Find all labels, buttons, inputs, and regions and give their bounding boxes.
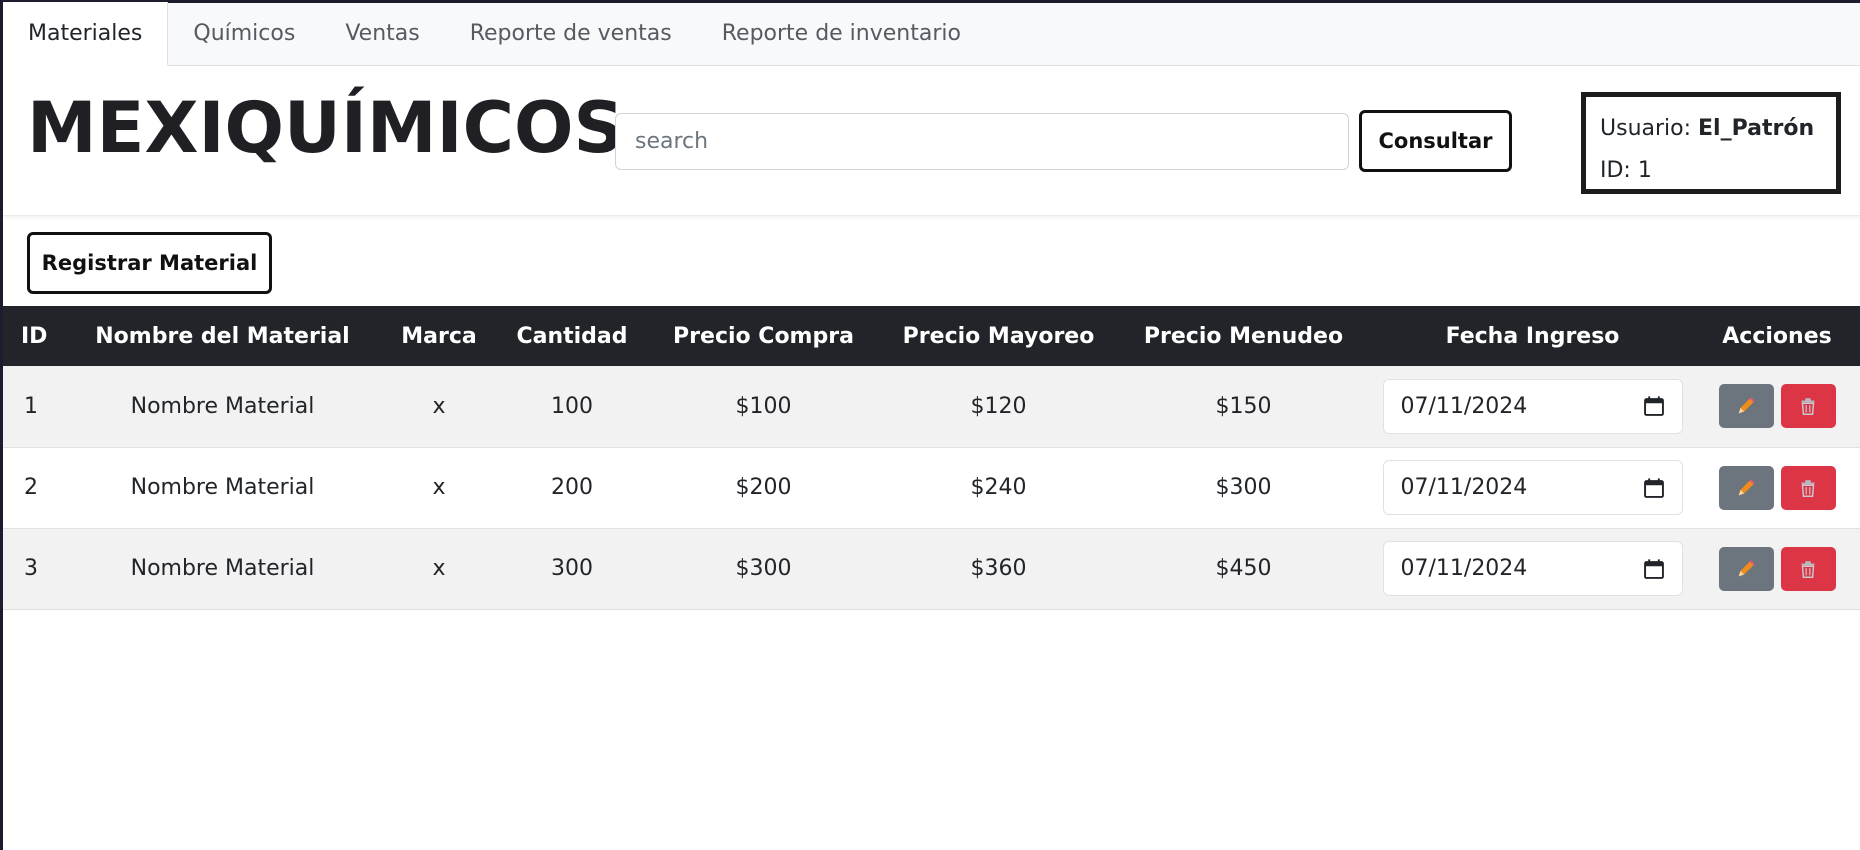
delete-button[interactable]	[1780, 384, 1836, 429]
date-input[interactable]: 07/11/2024	[1382, 460, 1683, 515]
date-value: 07/11/2024	[1400, 393, 1528, 419]
calendar-icon[interactable]	[1643, 395, 1665, 417]
user-name: El_Patrón	[1698, 116, 1815, 141]
cell-marca: x	[432, 475, 446, 500]
tab-materiales[interactable]: Materiales	[3, 2, 169, 66]
cell-id: 1	[24, 393, 38, 419]
materials-table: ID Nombre del Material Marca Cantidad Pr…	[3, 306, 1860, 610]
materials-table-container: ID Nombre del Material Marca Cantidad Pr…	[3, 306, 1860, 610]
col-cantidad: Cantidad	[516, 323, 628, 349]
col-precio-menudeo: Precio Menudeo	[1143, 323, 1344, 349]
cell-marca: x	[432, 393, 446, 419]
pencil-icon	[1738, 397, 1755, 414]
edit-button[interactable]	[1718, 546, 1774, 591]
cell-precio-menudeo: $450	[1215, 556, 1272, 581]
row-actions	[1718, 465, 1836, 510]
col-id: ID	[21, 323, 48, 349]
table-header-row: ID Nombre del Material Marca Cantidad Pr…	[3, 306, 1860, 366]
cell-nombre: Nombre Material	[130, 475, 315, 500]
page-header: MEXIQUÍMICOS Consultar Usuario: El_Patró…	[3, 66, 1860, 216]
cell-fecha: 07/11/2024	[1371, 366, 1694, 447]
cell-cantidad: 200	[551, 475, 593, 500]
cell-acciones	[1694, 447, 1860, 528]
cell-id: 2	[24, 475, 38, 500]
trash-icon	[1801, 560, 1815, 578]
tab-quimicos[interactable]: Químicos	[168, 2, 320, 65]
tab-reporte-inventario[interactable]: Reporte de inventario	[697, 2, 986, 65]
user-id: ID: 1	[1600, 158, 1652, 183]
calendar-icon[interactable]	[1643, 558, 1665, 580]
brand-title: MEXIQUÍMICOS	[27, 87, 624, 169]
search-input[interactable]	[615, 113, 1349, 170]
table-row: 3 Nombre Material x 300 $300 $360 $450 0…	[3, 528, 1860, 609]
cell-cantidad: 300	[551, 556, 593, 581]
cell-cantidad: 100	[551, 393, 593, 419]
row-actions	[1718, 546, 1836, 591]
edit-button[interactable]	[1718, 384, 1774, 429]
cell-nombre: Nombre Material	[130, 393, 315, 419]
delete-button[interactable]	[1780, 465, 1836, 510]
cell-precio-menudeo: $300	[1215, 475, 1272, 500]
cell-nombre: Nombre Material	[130, 556, 315, 581]
consultar-button[interactable]: Consultar	[1359, 110, 1512, 172]
date-input[interactable]: 07/11/2024	[1382, 378, 1683, 434]
tab-reporte-ventas[interactable]: Reporte de ventas	[445, 2, 697, 65]
cell-id: 3	[24, 556, 38, 581]
col-marca: Marca	[401, 323, 477, 349]
pencil-icon	[1738, 478, 1755, 495]
col-nombre: Nombre del Material	[95, 323, 350, 349]
date-value: 07/11/2024	[1400, 556, 1528, 581]
cell-fecha: 07/11/2024	[1371, 447, 1694, 528]
table-row: 1 Nombre Material x 100 $100 $120 $150 0…	[3, 366, 1860, 447]
col-fecha-ingreso: Fecha Ingreso	[1445, 323, 1620, 349]
register-material-button[interactable]: Registrar Material	[27, 232, 272, 294]
user-info-box: Usuario: El_Patrón ID: 1	[1581, 92, 1841, 194]
trash-icon	[1801, 398, 1815, 416]
cell-acciones	[1694, 528, 1860, 609]
cell-precio-mayoreo: $240	[970, 475, 1027, 500]
trash-icon	[1801, 479, 1815, 497]
date-input[interactable]: 07/11/2024	[1382, 541, 1683, 596]
cell-precio-menudeo: $150	[1215, 393, 1272, 419]
cell-precio-compra: $100	[735, 393, 792, 419]
pencil-icon	[1738, 559, 1755, 576]
user-label: Usuario:	[1600, 116, 1699, 141]
edit-button[interactable]	[1718, 465, 1774, 510]
cell-acciones	[1694, 366, 1860, 447]
cell-precio-mayoreo: $360	[970, 556, 1027, 581]
col-acciones: Acciones	[1722, 323, 1832, 349]
calendar-icon[interactable]	[1643, 477, 1665, 499]
col-precio-compra: Precio Compra	[673, 323, 854, 349]
nav-tabs: Materiales Químicos Ventas Reporte de ve…	[3, 2, 1860, 66]
col-precio-mayoreo: Precio Mayoreo	[902, 323, 1095, 349]
cell-marca: x	[432, 556, 446, 581]
cell-precio-compra: $300	[735, 556, 792, 581]
date-value: 07/11/2024	[1400, 475, 1528, 500]
table-row: 2 Nombre Material x 200 $200 $240 $300 0…	[3, 447, 1860, 528]
row-actions	[1718, 384, 1836, 429]
cell-precio-compra: $200	[735, 475, 792, 500]
cell-fecha: 07/11/2024	[1371, 528, 1694, 609]
user-line: Usuario: El_Patrón	[1600, 108, 1822, 150]
tab-ventas[interactable]: Ventas	[320, 2, 444, 65]
cell-precio-mayoreo: $120	[970, 393, 1027, 419]
delete-button[interactable]	[1780, 546, 1836, 591]
